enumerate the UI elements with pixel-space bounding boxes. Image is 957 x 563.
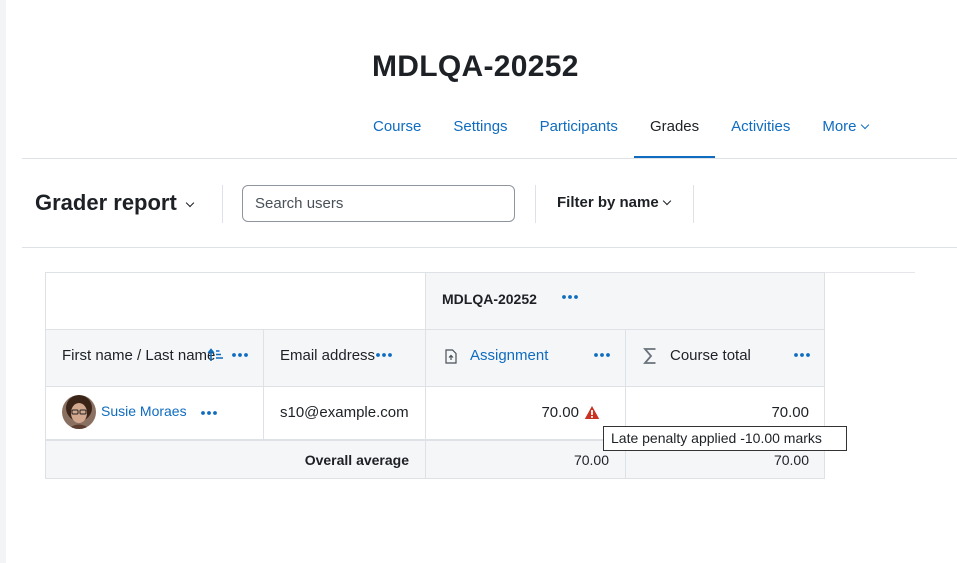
category-header-cell: MDLQA-20252 xyxy=(425,272,825,329)
tab-participants[interactable]: Participants xyxy=(524,107,634,159)
user-actions-menu[interactable] xyxy=(200,408,218,418)
corner-cell xyxy=(45,272,425,329)
more-icon xyxy=(794,353,810,357)
toolbar-separator xyxy=(222,185,223,223)
tab-activities[interactable]: Activities xyxy=(715,107,806,159)
overall-average-label: Overall average xyxy=(304,452,409,468)
category-header: MDLQA-20252 xyxy=(442,291,537,307)
course-total-average: 70.00 xyxy=(773,452,809,468)
name-column-actions-menu[interactable] xyxy=(231,350,249,360)
chevron-down-icon xyxy=(860,120,869,130)
avatar[interactable] xyxy=(62,395,96,429)
course-total-actions-menu[interactable] xyxy=(793,350,811,360)
overall-average-label-cell: Overall average xyxy=(45,439,425,479)
student-name-link[interactable]: Susie Moraes xyxy=(101,403,187,419)
tab-course[interactable]: Course xyxy=(357,107,437,159)
name-column-header: First name / Last name xyxy=(45,329,263,386)
late-penalty-tooltip: Late penalty applied -10.00 marks xyxy=(603,426,847,451)
chevron-down-icon xyxy=(662,196,671,206)
more-icon xyxy=(594,353,610,357)
sort-ascending-icon[interactable] xyxy=(207,348,225,362)
assignment-average-cell: 70.00 xyxy=(425,439,625,479)
more-icon xyxy=(232,353,248,357)
tab-more-label: More xyxy=(822,118,857,135)
assignment-grade-cell[interactable]: 70.00 xyxy=(425,386,625,439)
filter-label: Filter by name xyxy=(557,194,659,211)
email-cell: s10@example.com xyxy=(263,386,425,439)
nav-divider xyxy=(22,158,957,159)
search-users-input[interactable] xyxy=(242,185,515,222)
user-photo-icon xyxy=(62,395,96,429)
table-top-extension xyxy=(824,272,915,273)
assignment-grade: 70.00 xyxy=(541,404,579,421)
filter-by-name-button[interactable]: Filter by name xyxy=(557,194,671,211)
more-icon xyxy=(562,295,578,299)
course-total-grade: 70.00 xyxy=(771,404,809,421)
tab-settings[interactable]: Settings xyxy=(437,107,523,159)
course-total-column-header: Course total xyxy=(625,329,825,386)
assignment-column-actions-menu[interactable] xyxy=(593,350,611,360)
tab-grades[interactable]: Grades xyxy=(633,107,716,159)
toolbar-separator xyxy=(535,185,536,223)
more-icon xyxy=(201,411,217,415)
assignment-column-header: Assignment xyxy=(425,329,625,386)
toolbar-separator xyxy=(693,185,694,223)
tab-more[interactable]: More xyxy=(806,107,883,159)
email-column-label: Email address xyxy=(280,347,376,364)
assignment-icon xyxy=(445,349,457,364)
report-selector[interactable]: Grader report xyxy=(35,190,195,216)
student-email: s10@example.com xyxy=(280,404,409,421)
warning-icon[interactable] xyxy=(584,405,600,420)
page-title: MDLQA-20252 xyxy=(372,50,579,83)
toolbar-divider xyxy=(22,247,957,248)
chevron-down-icon xyxy=(185,198,195,208)
report-title: Grader report xyxy=(35,190,177,215)
assignment-average: 70.00 xyxy=(573,452,609,468)
email-column-actions-menu[interactable] xyxy=(375,350,393,360)
sigma-icon xyxy=(643,348,656,364)
category-actions-menu[interactable] xyxy=(561,292,579,302)
more-icon xyxy=(376,353,392,357)
course-total-column-label: Course total xyxy=(670,347,751,364)
assignment-column-link[interactable]: Assignment xyxy=(470,347,548,364)
course-nav: Course Settings Participants Grades Acti… xyxy=(357,107,884,159)
email-column-header: Email address xyxy=(263,329,425,386)
name-column-label: First name / Last name xyxy=(62,347,216,364)
left-edge-strip xyxy=(0,0,6,563)
